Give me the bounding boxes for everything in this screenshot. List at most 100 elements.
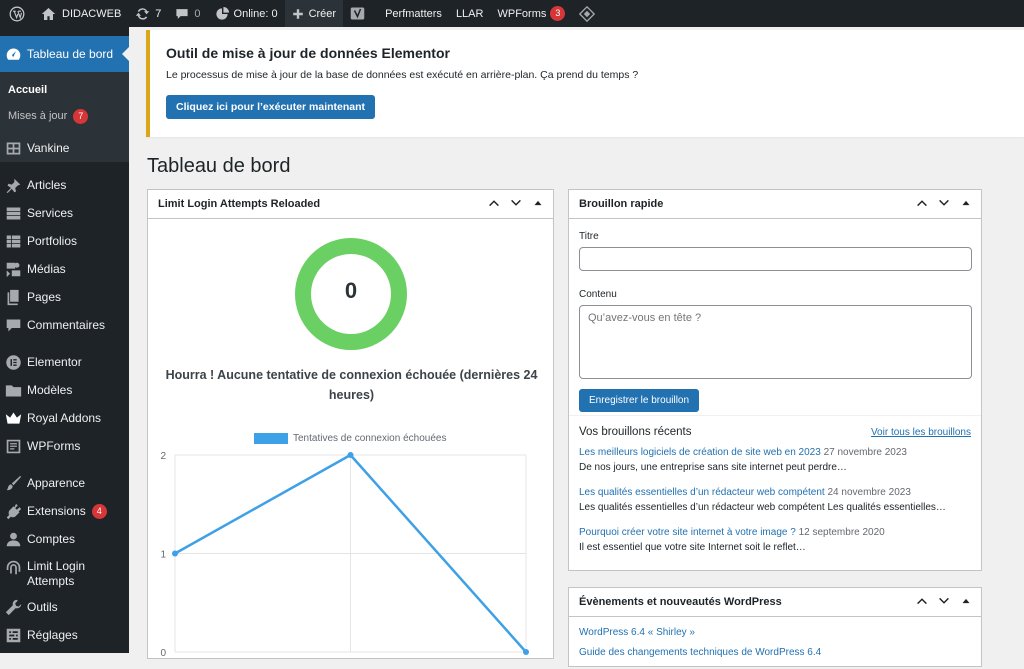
- move-up-icon[interactable]: [915, 196, 929, 210]
- media-icon: [6, 262, 21, 277]
- news-link[interactable]: Guide des changements techniques de Word…: [579, 643, 971, 663]
- draft-link[interactable]: Pourquoi créer votre site internet à vot…: [579, 527, 796, 538]
- sidebar-item-label: Elementor: [27, 355, 82, 369]
- new-content-menu[interactable]: Créer: [284, 0, 344, 27]
- sidebar-item-elementor[interactable]: Elementor: [0, 348, 129, 376]
- llar-message: Hourra ! Aucune tentative de connexion é…: [165, 368, 538, 402]
- site-name-menu[interactable]: DIDACWEB: [34, 0, 128, 27]
- sidebar-item-label: Portfolios: [27, 234, 78, 248]
- sidebar-item-services[interactable]: Services: [0, 199, 129, 227]
- view-all-drafts-link[interactable]: Voir tous les brouillons: [871, 427, 971, 438]
- perfmatters-menu[interactable]: Perfmatters: [378, 0, 449, 27]
- yoast-icon: [350, 7, 365, 20]
- sidebar-item-label: Extensions: [27, 504, 86, 518]
- sidebar-item-label: WPForms: [27, 439, 81, 453]
- wpforms-label: WPForms: [497, 7, 547, 20]
- updates-menu[interactable]: 7: [128, 0, 168, 27]
- sidebar-item-label: Royal Addons: [27, 411, 102, 425]
- sidebar-item-label: Apparence: [27, 476, 86, 490]
- wpforms-menu[interactable]: WPForms 3: [490, 0, 572, 27]
- attempts-count: 0: [344, 278, 358, 303]
- quick-draft-widget: Brouillon rapide Titre Contenu Enregistr…: [568, 189, 982, 571]
- sidebar-item-label: Articles: [27, 178, 67, 192]
- news-link[interactable]: WordPress 6.4 « Shirley »: [579, 623, 971, 643]
- diamond-menu[interactable]: [572, 0, 602, 27]
- move-down-icon[interactable]: [937, 196, 951, 210]
- comment-icon: [6, 319, 21, 331]
- admin-sidebar: Tableau de bord Accueil Mises à jour 7 Va…: [0, 27, 129, 653]
- create-label: Créer: [308, 7, 337, 20]
- sidebar-item-settings[interactable]: Réglages: [0, 621, 129, 649]
- sidebar-item-wpforms[interactable]: WPForms: [0, 432, 129, 460]
- plus-icon: [292, 8, 303, 19]
- sidebar-item-label: Modèles: [27, 383, 73, 397]
- draft-date: 12 septembre 2020: [798, 527, 885, 538]
- move-down-icon[interactable]: [509, 196, 523, 210]
- draft-link[interactable]: Les qualités essentielles d’un rédacteur…: [579, 487, 825, 498]
- collapse-icon[interactable]: [959, 196, 973, 210]
- move-up-icon[interactable]: [487, 196, 501, 210]
- sidebar-item-portfolios[interactable]: Portfolios: [0, 227, 129, 255]
- draft-content-textarea[interactable]: [579, 305, 972, 379]
- draft-title-input[interactable]: [579, 247, 972, 271]
- sidebar-item-limit-login[interactable]: Limit Login Attempts: [0, 553, 129, 593]
- data-point: [347, 452, 354, 458]
- pie-chart-icon: [215, 6, 229, 20]
- sidebar-item-label: Tableau de bord: [27, 47, 114, 61]
- sidebar-item-comments[interactable]: Commentaires: [0, 311, 129, 339]
- comments-menu[interactable]: 0: [168, 0, 207, 27]
- main-content: Outil de mise à jour de données Elemento…: [129, 27, 1024, 667]
- sidebar-item-dashboard[interactable]: Tableau de bord: [0, 36, 129, 72]
- sidebar-item-media[interactable]: Médias: [0, 255, 129, 283]
- llar-widget: Limit Login Attempts Reloaded 0 Hourra !…: [147, 189, 554, 659]
- save-draft-button[interactable]: Enregistrer le brouillon: [579, 389, 700, 412]
- online-label: Online: 0: [233, 7, 278, 20]
- dashboard-icon: [6, 48, 21, 60]
- pages-icon: [7, 289, 19, 305]
- wp-logo-menu[interactable]: [0, 0, 34, 27]
- sidebar-item-tools[interactable]: Outils: [0, 593, 129, 621]
- widget-title: Limit Login Attempts Reloaded: [158, 198, 321, 210]
- chart-legend: Tentatives de connexion échouées: [254, 433, 446, 444]
- sidebar-item-users[interactable]: Comptes: [0, 525, 129, 553]
- run-update-button[interactable]: Cliquez ici pour l’exécuter maintenant: [166, 95, 376, 119]
- draft-excerpt: Les qualités essentielles d’un rédacteur…: [579, 502, 946, 513]
- fingerprint-icon: [6, 560, 21, 575]
- sidebar-item-articles[interactable]: Articles: [0, 171, 129, 199]
- widget-title: Évènements et nouveautés WordPress: [579, 596, 782, 608]
- draft-link[interactable]: Les meilleurs logiciels de création de s…: [579, 447, 821, 458]
- y-tick-label: 0: [160, 648, 166, 659]
- submenu-item-home[interactable]: Accueil: [0, 77, 129, 103]
- wpforms-count-badge: 3: [550, 6, 566, 21]
- y-tick-label: 2: [160, 451, 166, 462]
- sidebar-item-royal-addons[interactable]: Royal Addons: [0, 404, 129, 432]
- sidebar-item-label: Limit Login Attempts: [27, 559, 86, 588]
- submenu-item-updates[interactable]: Mises à jour 7: [0, 103, 129, 129]
- page-title: Tableau de bord: [147, 155, 291, 177]
- yoast-menu[interactable]: [343, 0, 372, 27]
- recent-drafts: Vos brouillons récents Voir tous les bro…: [569, 415, 981, 565]
- perfmatters-label: Perfmatters: [385, 7, 442, 20]
- legend-label: Tentatives de connexion échouées: [293, 433, 447, 444]
- llar-menu[interactable]: LLAR: [449, 0, 491, 27]
- draft-excerpt: De nos jours, une entreprise sans site i…: [579, 462, 847, 473]
- title-label: Titre: [579, 231, 599, 242]
- sidebar-item-vankine[interactable]: Vankine: [0, 134, 129, 162]
- move-down-icon[interactable]: [937, 594, 951, 608]
- portfolio-icon: [6, 235, 21, 247]
- sidebar-item-extensions[interactable]: Extensions 4: [0, 497, 129, 525]
- sidebar-item-appearance[interactable]: Apparence: [0, 469, 129, 497]
- draft-item: Les meilleurs logiciels de création de s…: [579, 445, 971, 475]
- sidebar-item-pages[interactable]: Pages: [0, 283, 129, 311]
- settings-icon: [6, 628, 21, 642]
- sidebar-item-label: Vankine: [27, 141, 70, 155]
- draft-item: Les qualités essentielles d’un rédacteur…: [579, 485, 971, 515]
- site-name: DIDACWEB: [62, 7, 122, 20]
- collapse-icon[interactable]: [959, 594, 973, 608]
- sidebar-item-templates[interactable]: Modèles: [0, 376, 129, 404]
- elementor-update-notice: Outil de mise à jour de données Elemento…: [146, 30, 1024, 137]
- collapse-icon[interactable]: [531, 196, 545, 210]
- move-up-icon[interactable]: [915, 594, 929, 608]
- extensions-badge: 4: [91, 503, 107, 519]
- online-menu[interactable]: Online: 0: [208, 0, 285, 27]
